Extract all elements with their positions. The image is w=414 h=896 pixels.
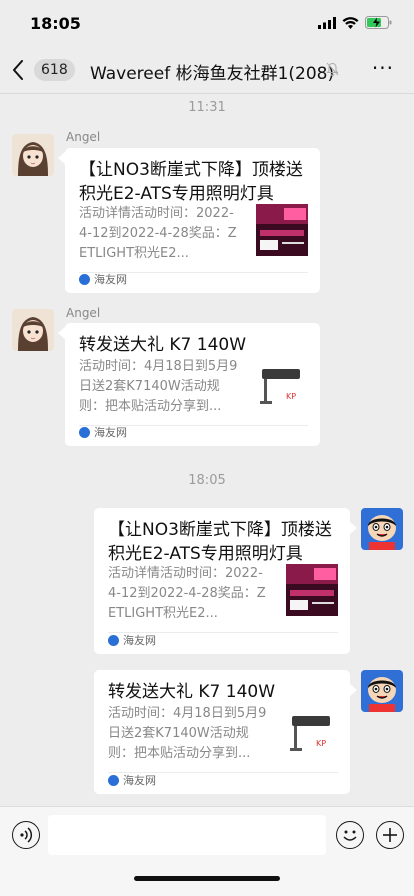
message-input-bar: [0, 806, 414, 896]
avatar[interactable]: [12, 134, 54, 176]
my-avatar[interactable]: [361, 670, 403, 712]
zetlight-promo-thumbnail: [286, 564, 338, 616]
bubble-tail: [58, 152, 65, 164]
battery-charging-icon: [365, 16, 392, 29]
more-options-button[interactable]: ···: [372, 58, 394, 78]
mute-bell-icon: [326, 62, 339, 76]
source-name: 海友网: [123, 774, 156, 787]
source-name: 海友网: [94, 426, 127, 439]
source-logo-icon: [108, 634, 119, 646]
source-name: 海友网: [94, 273, 127, 286]
card-title: 转发送大礼 K7 140W: [79, 335, 247, 355]
emoji-button[interactable]: [336, 821, 364, 849]
my-avatar[interactable]: [361, 508, 403, 550]
k7-light-thumbnail: KP: [286, 708, 338, 760]
timestamp: 18:05: [188, 473, 226, 488]
message-input[interactable]: [48, 815, 326, 855]
avatar-cartoon-boy-icon: [361, 508, 403, 550]
card-source: 海友网: [108, 772, 156, 788]
unread-count-badge[interactable]: 618: [34, 59, 75, 81]
avatar-girl-icon: [12, 309, 54, 351]
card-description: 活动时间：4月18日到5月9日送2套K7140W活动规则：把本贴活动分享到...: [79, 359, 238, 414]
source-logo-icon: [79, 426, 90, 438]
home-indicator[interactable]: [134, 876, 280, 881]
card-source: 海友网: [79, 424, 127, 440]
source-name: 海友网: [123, 634, 156, 647]
k7-light-thumbnail: KP: [256, 361, 308, 413]
plus-icon: [383, 828, 397, 842]
status-bar: 18:05: [0, 0, 414, 46]
svg-text:KP: KP: [316, 739, 326, 748]
status-icons: [318, 16, 392, 29]
card-title: 【让NO3断崖式下降】顶楼送积光E2-ATS专用照明灯具: [79, 160, 303, 204]
status-time: 18:05: [30, 14, 81, 33]
back-button[interactable]: [12, 58, 32, 82]
zetlight-promo-thumbnail: [256, 204, 308, 256]
card-title: 转发送大礼 K7 140W: [108, 682, 276, 702]
link-card[interactable]: 【让NO3断崖式下降】顶楼送积光E2-ATS专用照明灯具 活动详情活动时间：20…: [65, 148, 320, 293]
wifi-icon: [342, 16, 359, 29]
card-title: 【让NO3断崖式下降】顶楼送积光E2-ATS专用照明灯具: [108, 520, 332, 564]
card-description: 活动详情活动时间：2022-4-12到2022-4-28奖品：ZETLIGHT积…: [108, 566, 266, 621]
avatar[interactable]: [12, 309, 54, 351]
link-card[interactable]: 转发送大礼 K7 140W 活动时间：4月18日到5月9日送2套K7140W活动…: [94, 670, 350, 794]
chat-title: Wavereef 彬海鱼友社群1(208): [90, 64, 335, 84]
source-logo-icon: [79, 273, 90, 285]
avatar-cartoon-boy-icon: [361, 670, 403, 712]
bubble-tail: [350, 522, 357, 534]
chevron-left-icon: [13, 60, 23, 80]
chat-header: 618 Wavereef 彬海鱼友社群1(208) ···: [0, 46, 414, 94]
avatar-girl-icon: [12, 134, 54, 176]
card-source: 海友网: [79, 271, 127, 287]
link-card[interactable]: 【让NO3断崖式下降】顶楼送积光E2-ATS专用照明灯具 活动详情活动时间：20…: [94, 508, 350, 654]
card-description: 活动时间：4月18日到5月9日送2套K7140W活动规则：把本贴活动分享到...: [108, 706, 267, 761]
card-description: 活动详情活动时间：2022-4-12到2022-4-28奖品：ZETLIGHT积…: [79, 206, 237, 261]
signal-icon: [318, 16, 336, 29]
voice-button[interactable]: [12, 821, 40, 849]
card-source: 海友网: [108, 632, 156, 648]
link-card[interactable]: 转发送大礼 K7 140W 活动时间：4月18日到5月9日送2套K7140W活动…: [65, 323, 320, 446]
timestamp: 11:31: [188, 100, 226, 115]
sender-name: Angel: [66, 130, 101, 144]
voice-icon: [20, 827, 33, 843]
bubble-tail: [350, 684, 357, 696]
emoji-icon: [343, 830, 357, 841]
sender-name: Angel: [66, 306, 101, 320]
source-logo-icon: [108, 774, 119, 786]
bubble-tail: [58, 327, 65, 339]
svg-text:KP: KP: [286, 392, 296, 401]
more-actions-button[interactable]: [376, 821, 404, 849]
